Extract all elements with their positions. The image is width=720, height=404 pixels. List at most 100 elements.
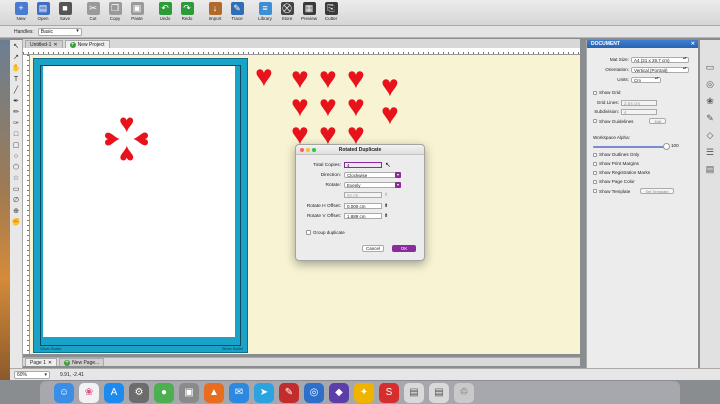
show-template-checkbox[interactable]: Show Template Set Template	[593, 188, 674, 194]
copy-button[interactable]: ❐ Copy	[104, 0, 126, 24]
pencil-icon[interactable]: ✏	[12, 108, 21, 117]
ellipse-tool-icon[interactable]: ○	[12, 152, 21, 161]
document-icon[interactable]: ▤	[429, 382, 449, 403]
line-color-icon[interactable]: ✎	[705, 113, 716, 124]
edit-guidelines-button[interactable]: Edit	[649, 118, 667, 124]
handles-select[interactable]: Basic	[37, 27, 82, 36]
v-offset-input[interactable]: 1.889 cm	[344, 213, 382, 219]
v-offset-stepper[interactable]: ⬍	[384, 213, 388, 219]
vlc-icon[interactable]: ▲	[204, 382, 224, 403]
rounded-rect-icon[interactable]: ▢	[12, 141, 21, 150]
preview-button[interactable]: ▦ Preview	[298, 0, 320, 24]
library-button[interactable]: ≡ Library	[254, 0, 276, 24]
rotate-select[interactable]: Evenly ▾	[344, 182, 401, 188]
transform-icon[interactable]: ◇	[705, 130, 716, 141]
show-registration-checkbox[interactable]: Show Registration Marks	[593, 170, 650, 175]
zoom-icon[interactable]: ⊕	[12, 207, 21, 216]
pen-icon[interactable]: ✑	[12, 119, 21, 128]
knife-icon[interactable]: ∅	[12, 196, 21, 205]
pan-icon[interactable]: ✋	[12, 64, 21, 73]
checkbox-box[interactable]	[593, 152, 597, 157]
mat-size-select[interactable]: A4 (21 x 29.7 cm)	[631, 56, 689, 63]
direction-select[interactable]: Clockwise ▾	[344, 172, 401, 178]
page-setup-icon[interactable]: ▭	[705, 62, 716, 73]
cancel-button[interactable]: Cancel	[362, 245, 384, 252]
heart-shape[interactable]: ♥	[96, 131, 126, 146]
polygon-tool-icon[interactable]: ⬡	[12, 163, 21, 172]
silhouette-icon[interactable]: S	[379, 382, 399, 403]
checkbox-box[interactable]	[593, 90, 597, 95]
cut-settings-icon[interactable]: ◎	[705, 79, 716, 90]
cut-button[interactable]: ✂ Cut	[82, 0, 104, 24]
design-app-icon[interactable]: ◆	[329, 382, 349, 403]
zoom-select[interactable]: 60%	[14, 370, 50, 379]
show-grid-checkbox[interactable]: Show Grid	[593, 90, 620, 95]
show-print-margins-checkbox[interactable]: Show Print Margins	[593, 161, 639, 166]
h-offset-stepper[interactable]: ⬍	[384, 203, 388, 209]
checkbox-box[interactable]	[593, 189, 597, 193]
workspace-alpha-slider[interactable]	[593, 143, 670, 150]
trash-icon[interactable]: ♲	[454, 382, 474, 403]
editor-icon[interactable]: ✎	[279, 382, 299, 403]
tab-new-project[interactable]: + New Project	[64, 40, 110, 48]
edit-points-icon[interactable]: ↗	[12, 53, 21, 62]
tab-untitled-1[interactable]: Untitled-1 ✕	[25, 40, 63, 48]
hand-icon[interactable]: ✊	[12, 218, 21, 227]
layers-icon[interactable]: ☰	[705, 147, 716, 158]
checkbox-box[interactable]	[593, 161, 597, 166]
eraser-icon[interactable]: ▭	[12, 185, 21, 194]
browser-icon[interactable]: ◎	[304, 382, 324, 403]
set-template-button[interactable]: Set Template	[640, 188, 674, 194]
photos-icon[interactable]: ❀	[79, 382, 99, 403]
units-select[interactable]: Cm	[631, 76, 661, 83]
add-page-icon[interactable]: +	[64, 359, 71, 366]
select-tool-icon[interactable]: ↖	[12, 42, 21, 51]
checkbox-box[interactable]	[593, 119, 597, 123]
system-preferences-icon[interactable]: ⚙	[129, 382, 149, 403]
mail-icon[interactable]: ✉	[229, 382, 249, 403]
page-tab-1[interactable]: Page 1 ✕	[25, 358, 58, 367]
cutter-button[interactable]: ⎘ Cutter	[320, 0, 342, 24]
save-button[interactable]: ■ Save	[54, 0, 76, 24]
show-outlines-checkbox[interactable]: Show Outlines Only	[593, 152, 639, 157]
import-button[interactable]: ↓ Import	[204, 0, 226, 24]
open-button[interactable]: ▤ Open	[32, 0, 54, 24]
checkbox-box[interactable]	[306, 230, 311, 235]
text-tool-icon[interactable]: T	[12, 75, 21, 84]
checkbox-box[interactable]	[593, 170, 597, 175]
add-tab-icon[interactable]: +	[69, 41, 76, 48]
show-guidelines-checkbox[interactable]: Show Guidelines Edit	[593, 118, 667, 124]
app-store-icon[interactable]: A	[104, 382, 124, 403]
fill-color-icon[interactable]: ❀	[705, 96, 716, 107]
square-tool-icon[interactable]: □	[12, 130, 21, 139]
heart-shape[interactable]: ♥	[255, 62, 273, 92]
redo-button[interactable]: ↷ Redo	[176, 0, 198, 24]
trace-button[interactable]: ✎ Trace	[226, 0, 248, 24]
new-page-tab[interactable]: + New Page...	[59, 358, 105, 366]
show-page-color-checkbox[interactable]: Show Page Color	[593, 179, 635, 184]
zoom-window-icon[interactable]	[312, 148, 316, 152]
heart-shape[interactable]: ♥	[381, 100, 399, 130]
minimize-window-icon[interactable]	[306, 148, 310, 152]
new-button[interactable]: + New	[10, 0, 32, 24]
line-tool-icon[interactable]: ╱	[12, 86, 21, 95]
colors-app-icon[interactable]: ✦	[354, 382, 374, 403]
undo-button[interactable]: ↶ Undo	[154, 0, 176, 24]
telegram-icon[interactable]: ➤	[254, 382, 274, 403]
store-button[interactable]: ⛒ Store	[276, 0, 298, 24]
finder-icon[interactable]: ☺	[54, 382, 74, 403]
paste-button[interactable]: ▣ Paste	[126, 0, 148, 24]
checkbox-box[interactable]	[593, 179, 597, 184]
group-duplicate-checkbox[interactable]: Group duplicate	[306, 230, 345, 235]
ok-button[interactable]: OK	[392, 245, 416, 252]
screenshot-icon[interactable]: ▣	[179, 382, 199, 403]
slider-knob[interactable]	[663, 143, 670, 150]
star-tool-icon[interactable]: ☆	[12, 174, 21, 183]
total-copies-input[interactable]: 4	[344, 162, 382, 168]
close-icon[interactable]: ✕	[48, 359, 52, 367]
h-offset-input[interactable]: 0.000 cm	[344, 203, 382, 209]
close-window-icon[interactable]	[300, 148, 304, 152]
close-panel-icon[interactable]: ✕	[691, 40, 695, 48]
draw-tool-icon[interactable]: ✒	[12, 97, 21, 106]
document-icon[interactable]: ▤	[404, 382, 424, 403]
